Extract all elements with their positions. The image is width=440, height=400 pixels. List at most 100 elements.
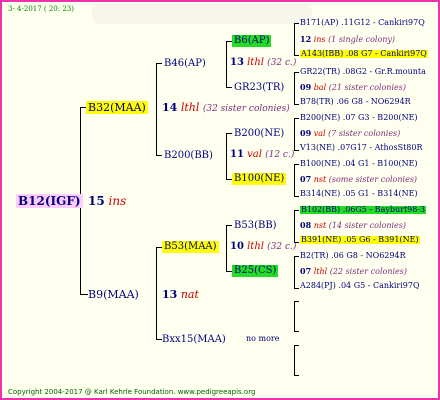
g3-queen-c-name: B200(NE) — [234, 128, 285, 139]
connector-line — [294, 72, 295, 104]
header-watermark — [92, 4, 312, 24]
g2-queen-a-name: B46(AP) — [164, 58, 206, 69]
g2-queen-a-race: lthl — [247, 57, 264, 68]
copyright-footer: Copyright 2004-2017 @ Karl Kehrle Founda… — [8, 388, 256, 396]
g4-row: A143(IBB) .08 G7 - Cankiri97Q — [300, 50, 428, 58]
g4-note: (1 single colony) — [328, 35, 396, 44]
connector-line — [294, 345, 299, 346]
g4-row: A284(PJ) .04 G5 - Cankiri97Q — [300, 281, 420, 290]
g2-queen-a-note: (32 c.) — [267, 58, 297, 68]
g3-queen-a: B6(AP) — [232, 35, 272, 47]
g2-queen-b-name: B200(BB) — [164, 150, 213, 161]
g2-queen-c-year: 10 — [230, 241, 244, 252]
connector-line — [294, 55, 299, 56]
g4-race: nst — [313, 175, 327, 184]
g4-row: B171(AP) .11G12 - Cankiri97Q — [300, 18, 425, 27]
g4-year: 09 — [300, 128, 312, 138]
date-stamp: 3- 4-2017 ( 20: 23) — [8, 5, 74, 13]
g2-queen-d-name: Bxx15(MAA) — [162, 334, 226, 345]
connector-line — [294, 164, 299, 165]
connector-line — [294, 104, 299, 105]
g4-row: B78(TR) .06 G8 - NO6294R — [300, 97, 411, 106]
g4-row: GR22(TR) .08G2 - Gr.R.mounta — [300, 67, 426, 76]
g2-queen-b-race: val — [247, 149, 262, 160]
pedigree-chart: 3- 4-2017 ( 20: 23) B12(IGF) 15 ins B32(… — [0, 0, 440, 400]
g4-year: 07 — [300, 266, 312, 276]
connector-line — [294, 210, 299, 211]
connector-line — [156, 63, 157, 155]
root-queen-year: 15 — [88, 194, 105, 208]
connector-line — [294, 288, 299, 289]
g4-row-text: B391(NE) .05 G6 - B391(NE) — [300, 235, 420, 244]
g4-row: B200(NE) .07 G3 - B200(NE) — [300, 113, 418, 122]
connector-line — [294, 301, 299, 302]
connector-line — [294, 256, 299, 257]
g4-note: (22 sister colonies) — [329, 267, 407, 276]
connector-line — [294, 118, 295, 150]
g3-queen-b-name: GR23(TR) — [234, 82, 285, 93]
connector-line — [226, 225, 227, 271]
g3-queen-f-name: B25(CS) — [232, 265, 279, 277]
g3-queen-d-name: B100(NE) — [232, 173, 287, 185]
g4-row: B2(TR) .06 G8 - NO6294R — [300, 251, 406, 260]
g4-row: B314(NE) .05 G1 - B314(NE) — [300, 189, 418, 198]
dam-queen-name: B32(MAA) — [86, 101, 148, 114]
connector-line — [156, 247, 157, 339]
g4-race: ins — [313, 35, 326, 44]
g4-row: 09 val (7 sister colonies) — [300, 129, 400, 138]
dam-queen-race: lthl — [180, 101, 200, 114]
connector-line — [294, 375, 299, 376]
connector-line — [294, 301, 295, 331]
dam-queen-note: (32 sister colonies) — [202, 104, 290, 114]
g4-row-text: B102(BB) .06G5 - Bayburt98-3 — [300, 205, 427, 214]
connector-line — [294, 256, 295, 288]
g4-row: 08 nst (14 sister colonies) — [300, 221, 406, 230]
connector-line — [294, 196, 299, 197]
root-queen-race: ins — [108, 194, 127, 208]
g4-row: 07 lthl (22 sister colonies) — [300, 267, 407, 276]
root-queen: B12(IGF) — [16, 194, 83, 208]
g4-note: (some sister colonies) — [328, 175, 418, 184]
g2-queen-d: Bxx15(MAA) — [160, 334, 228, 346]
g3-queen-e: B53(BB) — [232, 220, 279, 232]
g2-queen-a-year: 13 — [230, 57, 244, 68]
g4-note: (21 sister colonies) — [328, 83, 406, 92]
g2-queen-c-info: 10 lthl (32 c.) — [230, 242, 296, 252]
g4-row: 09 bal (21 sister colonies) — [300, 83, 406, 92]
sire-queen-info: 13 nat — [162, 289, 199, 300]
g2-queen-b-info: 11 val (12 c.) — [230, 150, 294, 160]
sire-queen-name: B9(MAA) — [88, 288, 139, 301]
root-queen-info: 15 ins — [88, 195, 126, 207]
g4-race: lthl — [313, 267, 328, 276]
connector-line — [294, 150, 299, 151]
g2-queen-b: B200(BB) — [162, 150, 215, 162]
dam-queen-year: 14 — [162, 101, 178, 114]
g4-race: val — [313, 129, 326, 138]
g4-row: V13(NE) .07G17 - AthosSt80R — [300, 143, 423, 152]
g4-race: nst — [313, 221, 327, 230]
g2-queen-a: B46(AP) — [162, 58, 208, 70]
g4-row: B100(NE) .04 G1 - B100(NE) — [300, 159, 418, 168]
connector-line — [294, 118, 299, 119]
connector-line — [226, 41, 227, 87]
sire-queen-year: 13 — [162, 288, 178, 301]
g3-queen-d: B100(NE) — [232, 173, 287, 185]
g2-queen-c: B53(MAA) — [162, 241, 219, 253]
g4-year: 07 — [300, 174, 312, 184]
root-queen-name: B12(IGF) — [16, 194, 83, 208]
g3-queen-a-name: B6(AP) — [232, 35, 272, 47]
sire-queen-race: nat — [180, 288, 199, 301]
g2-queen-b-year: 11 — [230, 149, 244, 160]
g2-queen-c-note: (32 c.) — [267, 242, 297, 252]
g2-queen-c-name: B53(MAA) — [162, 241, 219, 253]
g4-row: B391(NE) .05 G6 - B391(NE) — [300, 236, 420, 244]
g4-note: (14 sister colonies) — [328, 221, 406, 230]
connector-line — [226, 133, 227, 179]
g4-year: 09 — [300, 82, 312, 92]
g2-queen-a-info: 13 lthl (32 c.) — [230, 58, 296, 68]
connector-line — [294, 164, 295, 196]
connector-line — [294, 345, 295, 375]
g3-queen-e-name: B53(BB) — [234, 220, 277, 231]
g4-year: 12 — [300, 34, 312, 44]
dam-queen: B32(MAA) — [86, 101, 148, 114]
